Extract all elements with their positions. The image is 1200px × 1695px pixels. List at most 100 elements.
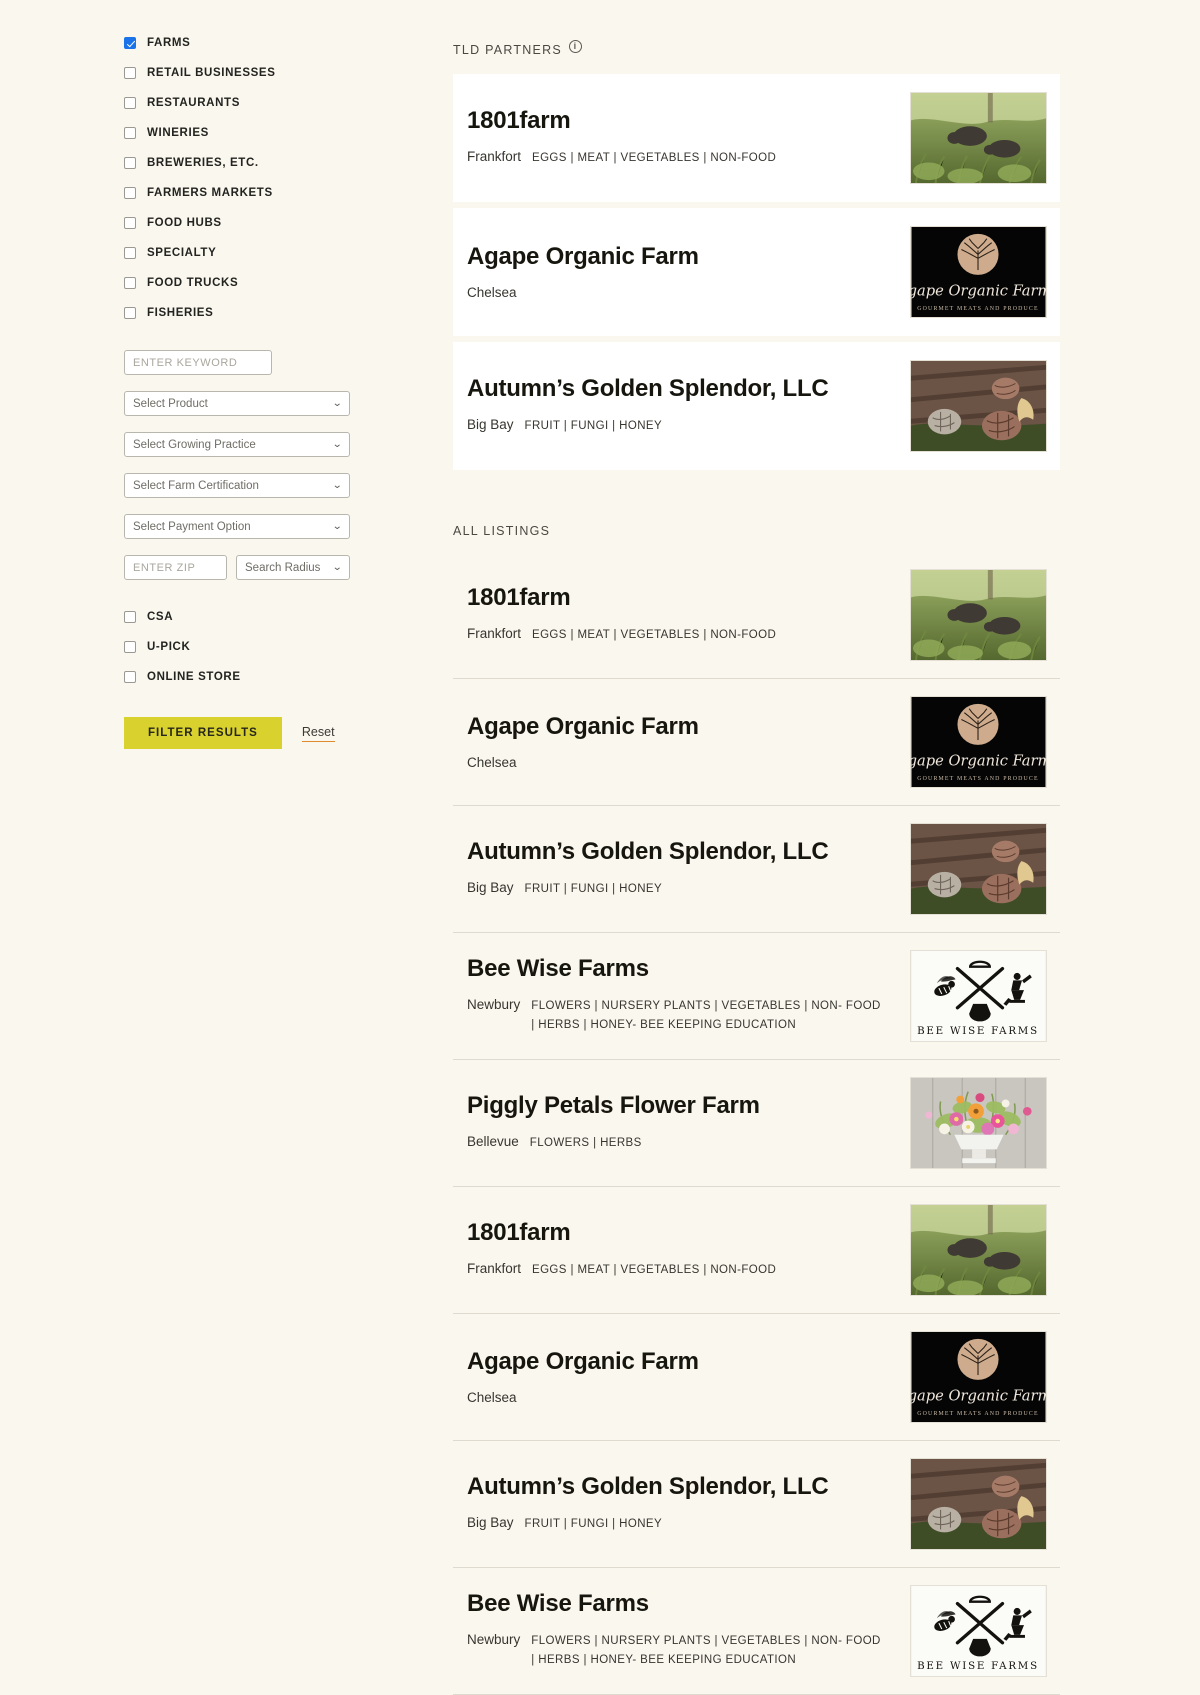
business-name[interactable]: 1801farm bbox=[467, 584, 910, 611]
listing-city: Chelsea bbox=[467, 754, 517, 770]
category-restaurants[interactable]: RESTAURANTS bbox=[124, 88, 440, 118]
listing-city: Frankfort bbox=[467, 625, 522, 641]
listing-row[interactable]: Bee Wise Farms Newbury FLOWERS | NURSERY P… bbox=[453, 1568, 1060, 1695]
business-name[interactable]: Bee Wise Farms bbox=[467, 1591, 910, 1618]
checkbox-icon[interactable] bbox=[124, 307, 136, 319]
checkbox-icon[interactable] bbox=[124, 67, 136, 79]
checkbox-label: RESTAURANTS bbox=[147, 97, 240, 109]
business-name[interactable]: Agape Organic Farm bbox=[467, 243, 910, 270]
category-food-trucks[interactable]: FOOD TRUCKS bbox=[124, 268, 440, 298]
checkbox-icon[interactable] bbox=[124, 157, 136, 169]
svg-text:GOURMET MEATS AND PRODUCE: GOURMET MEATS AND PRODUCE bbox=[917, 1411, 1039, 1417]
select-label: Select Payment Option bbox=[133, 520, 251, 533]
option-u-pick[interactable]: U-PICK bbox=[124, 632, 440, 662]
partner-card[interactable]: Autumn’s Golden Splendor, LLC Big Bay FRUI… bbox=[453, 342, 1060, 470]
checkbox-icon[interactable] bbox=[124, 127, 136, 139]
listing-row[interactable]: 1801farm Frankfort EGGS | MEAT | VEGETABLE… bbox=[453, 552, 1060, 679]
partner-card[interactable]: 1801farm Frankfort EGGS | MEAT | VEGETABLE… bbox=[453, 74, 1060, 202]
all-listings-list: 1801farm Frankfort EGGS | MEAT | VEGETABLE… bbox=[453, 552, 1060, 1695]
option-online-store[interactable]: ONLINE STORE bbox=[124, 662, 440, 692]
listing-directory-page: FARMS RETAIL BUSINESSES RESTAURANTS WINERIE… bbox=[0, 0, 1200, 1695]
chevron-down-icon: ⌄ bbox=[331, 397, 343, 409]
search-radius-select[interactable]: Search Radius ⌄ bbox=[236, 555, 350, 580]
filter-sidebar: FARMS RETAIL BUSINESSES RESTAURANTS WINERIE… bbox=[0, 0, 440, 1500]
listing-text: 1801farm Frankfort EGGS | MEAT | VEGETABLE… bbox=[467, 584, 910, 645]
checkbox-checked-icon[interactable] bbox=[124, 37, 136, 49]
checkbox-icon[interactable] bbox=[124, 641, 136, 653]
listing-meta: Newbury FLOWERS | NURSERY PLANTS | VEGETA… bbox=[467, 997, 910, 1036]
category-food-hubs[interactable]: FOOD HUBS bbox=[124, 208, 440, 238]
chevron-down-icon: ⌄ bbox=[331, 479, 343, 491]
category-retail-businesses[interactable]: RETAIL BUSINESSES bbox=[124, 58, 440, 88]
business-name[interactable]: 1801farm bbox=[467, 1219, 910, 1246]
checkbox-label: FISHERIES bbox=[147, 307, 214, 319]
reset-link[interactable]: Reset bbox=[301, 725, 335, 742]
partner-card[interactable]: Agape Organic Farm Chelsea Agape Organic … bbox=[453, 208, 1060, 336]
select-product-select[interactable]: Select Product ⌄ bbox=[124, 391, 350, 416]
checkbox-icon[interactable] bbox=[124, 187, 136, 199]
checkbox-icon[interactable] bbox=[124, 217, 136, 229]
agape-organic-farms-logo: Agape Organic Farms GOURMET MEATS AND PR… bbox=[910, 226, 1047, 318]
svg-text:GOURMET MEATS AND PRODUCE: GOURMET MEATS AND PRODUCE bbox=[917, 776, 1039, 782]
listing-row[interactable]: Autumn’s Golden Splendor, LLC Big Bay FRUI… bbox=[453, 1441, 1060, 1568]
listing-meta: Big Bay FRUIT | FUNGI | HONEY bbox=[467, 1515, 910, 1534]
bee-wise-farms-logo: BEE WISE FARMS bbox=[910, 1585, 1047, 1677]
chevron-down-icon: ⌄ bbox=[331, 520, 343, 532]
category-farmers-markets[interactable]: FARMERS MARKETS bbox=[124, 178, 440, 208]
checkbox-label: SPECIALTY bbox=[147, 247, 217, 259]
option-csa[interactable]: CSA bbox=[124, 602, 440, 632]
select-growing-practice-select[interactable]: Select Growing Practice ⌄ bbox=[124, 432, 350, 457]
business-name[interactable]: Agape Organic Farm bbox=[467, 1348, 910, 1375]
svg-text:Agape Organic Farms: Agape Organic Farms bbox=[911, 282, 1046, 299]
listing-text: Agape Organic Farm Chelsea bbox=[467, 1348, 910, 1404]
category-farms[interactable]: FARMS bbox=[124, 28, 440, 58]
checkbox-label: ONLINE STORE bbox=[147, 671, 241, 683]
checkbox-label: BREWERIES, ETC. bbox=[147, 157, 259, 169]
listing-text: Autumn’s Golden Splendor, LLC Big Bay FRUI… bbox=[467, 838, 910, 899]
checkbox-icon[interactable] bbox=[124, 671, 136, 683]
business-name[interactable]: Autumn’s Golden Splendor, LLC bbox=[467, 375, 910, 402]
category-specialty[interactable]: SPECIALTY bbox=[124, 238, 440, 268]
business-name[interactable]: Piggly Petals Flower Farm bbox=[467, 1092, 910, 1119]
listing-row[interactable]: 1801farm Frankfort EGGS | MEAT | VEGETABLE… bbox=[453, 1187, 1060, 1314]
listing-row[interactable]: Bee Wise Farms Newbury FLOWERS | NURSERY P… bbox=[453, 933, 1060, 1060]
checkbox-icon[interactable] bbox=[124, 247, 136, 259]
select-payment-option-select[interactable]: Select Payment Option ⌄ bbox=[124, 514, 350, 539]
checkbox-icon[interactable] bbox=[124, 277, 136, 289]
listing-row[interactable]: Autumn’s Golden Splendor, LLC Big Bay FRUI… bbox=[453, 806, 1060, 933]
mushrooms-on-log-photo bbox=[910, 1458, 1047, 1550]
bee-wise-farms-logo: BEE WISE FARMS bbox=[910, 950, 1047, 1042]
listing-row[interactable]: Piggly Petals Flower Farm Bellevue FLOWERS… bbox=[453, 1060, 1060, 1187]
listing-row[interactable]: Agape Organic Farm Chelsea Agape Organic … bbox=[453, 1314, 1060, 1441]
checkbox-icon[interactable] bbox=[124, 611, 136, 623]
category-fisheries[interactable]: FISHERIES bbox=[124, 298, 440, 328]
business-name[interactable]: Bee Wise Farms bbox=[467, 956, 910, 983]
listing-meta: Chelsea bbox=[467, 285, 910, 300]
checkbox-icon[interactable] bbox=[124, 97, 136, 109]
listing-text: Bee Wise Farms Newbury FLOWERS | NURSERY P… bbox=[467, 956, 910, 1035]
pigs-pasture-photo bbox=[910, 569, 1047, 661]
mushrooms-on-log-photo bbox=[910, 360, 1047, 452]
business-name[interactable]: Autumn’s Golden Splendor, LLC bbox=[467, 1473, 910, 1500]
business-name[interactable]: 1801farm bbox=[467, 107, 910, 134]
category-breweries-etc[interactable]: BREWERIES, ETC. bbox=[124, 148, 440, 178]
keyword-input[interactable]: ENTER KEYWORD bbox=[124, 350, 272, 375]
checkbox-label: U-PICK bbox=[147, 641, 191, 653]
checkbox-label: FOOD TRUCKS bbox=[147, 277, 239, 289]
zip-input[interactable]: ENTER ZIP bbox=[124, 555, 227, 580]
listing-text: 1801farm Frankfort EGGS | MEAT | VEGETABLE… bbox=[467, 107, 910, 168]
listing-meta: Frankfort EGGS | MEAT | VEGETABLES | NON-… bbox=[467, 626, 910, 645]
svg-text:Agape Organic Farms: Agape Organic Farms bbox=[911, 1387, 1046, 1404]
business-name[interactable]: Agape Organic Farm bbox=[467, 713, 910, 740]
listing-products: FLOWERS | HERBS bbox=[529, 1136, 642, 1149]
category-wineries[interactable]: WINERIES bbox=[124, 118, 440, 148]
listing-meta: Chelsea bbox=[467, 755, 910, 770]
business-name[interactable]: Autumn’s Golden Splendor, LLC bbox=[467, 838, 910, 865]
listing-meta: Big Bay FRUIT | FUNGI | HONEY bbox=[467, 417, 910, 436]
filter-results-button[interactable]: FILTER RESULTS bbox=[124, 717, 282, 749]
listing-products: FRUIT | FUNGI | HONEY bbox=[524, 882, 663, 895]
info-icon[interactable]: i bbox=[569, 40, 583, 53]
select-farm-certification-select[interactable]: Select Farm Certification ⌄ bbox=[124, 473, 350, 498]
listing-city: Frankfort bbox=[467, 148, 522, 164]
listing-row[interactable]: Agape Organic Farm Chelsea Agape Organic … bbox=[453, 679, 1060, 806]
